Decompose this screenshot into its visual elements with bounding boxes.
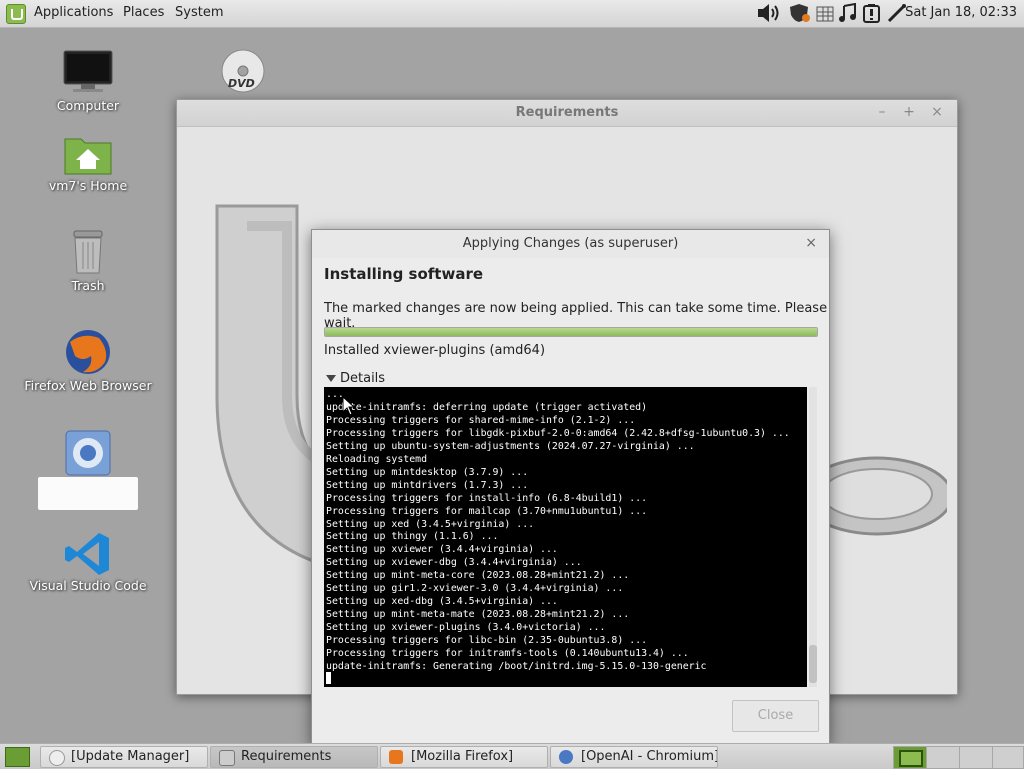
terminal-line: Setting up xviewer-dbg (3.4.4+virginia) … (326, 557, 582, 569)
home-folder-icon (64, 138, 112, 175)
requirements-titlebar[interactable]: Requirements – + × (177, 100, 957, 127)
vscode-icon (65, 533, 109, 575)
show-desktop-icon[interactable] (5, 747, 30, 767)
terminal-line: Processing triggers for libc-bin (2.35-0… (326, 635, 648, 647)
update-shield-icon[interactable] (789, 3, 813, 23)
terminal-line: Setting up xviewer (3.4.4+virginia) ... (326, 544, 558, 556)
terminal-scrollbar[interactable] (809, 387, 817, 687)
progress-bar (324, 327, 818, 337)
top-panel: Applications Places System Sat Jan 18, 0… (0, 0, 1024, 28)
terminal-line: Setting up mintdesktop (3.7.9) ... (326, 466, 529, 478)
terminal-line: Setting up mint-meta-core (2023.08.28+mi… (326, 570, 630, 582)
terminal-line: Setting up xed (3.4.5+virginia) ... (326, 518, 535, 530)
terminal-line: Processing triggers for shared-mime-info… (326, 414, 636, 426)
progress-fill (325, 328, 817, 336)
terminal-line: Setting up xed-dbg (3.4.5+virginia) ... (326, 596, 558, 608)
details-label: Details (340, 371, 386, 386)
close-button[interactable]: Close (732, 700, 819, 732)
task-label: [Update Manager] (71, 749, 190, 764)
terminal-line: ... (326, 389, 344, 400)
svg-text:DVD: DVD (228, 77, 255, 90)
dvd-icon: DVD (221, 49, 265, 93)
close-window-button[interactable]: × (929, 104, 945, 120)
task-chromium[interactable]: [OpenAI - Chromium] (550, 746, 718, 768)
terminal-line: update-initramfs: deferring update (trig… (326, 401, 648, 413)
update-manager-icon (49, 750, 65, 766)
menu-places[interactable]: Places (123, 5, 164, 20)
task-update-manager[interactable]: [Update Manager] (40, 746, 208, 768)
terminal-line: Setting up ubuntu-system-adjustments (20… (326, 440, 695, 452)
firefox-icon (389, 750, 403, 764)
terminal-line: update-initramfs: Generating /boot/initr… (326, 661, 707, 673)
terminal-line: Processing triggers for mailcap (3.70+nm… (326, 505, 648, 517)
desktop-icon-label: Computer (56, 98, 120, 113)
applying-changes-dialog: Applying Changes (as superuser) × Instal… (311, 229, 830, 745)
terminal-line: Reloading systemd (326, 453, 428, 465)
desktop-icon-trash[interactable]: Trash (33, 228, 143, 293)
terminal-line: Setting up mintdrivers (1.7.3) ... (326, 479, 529, 491)
dialog-close-icon[interactable]: × (805, 235, 817, 251)
bottom-panel: [Update Manager] Requirements [Mozilla F… (0, 743, 1024, 769)
desktop-icon-dvd[interactable]: DVD 64-bit (188, 48, 298, 129)
terminal-line: Processing triggers for initramfs-tools … (326, 648, 689, 660)
chromium-icon (65, 430, 111, 476)
task-requirements[interactable]: Requirements (210, 746, 378, 768)
firefox-icon (66, 330, 110, 374)
desktop-icon-computer[interactable]: Computer (33, 48, 143, 113)
mint-menu-icon[interactable] (6, 4, 26, 24)
menu-system[interactable]: System (175, 5, 223, 20)
minimize-button[interactable]: – (874, 104, 890, 120)
shield-icon (219, 750, 235, 766)
task-label: [Mozilla Firefox] (411, 749, 514, 764)
task-firefox[interactable]: [Mozilla Firefox] (380, 746, 548, 768)
terminal-line: Setting up xviewer-plugins (3.4.0+victor… (326, 622, 606, 634)
scrollbar-thumb[interactable] (809, 645, 817, 683)
maximize-button[interactable]: + (901, 104, 917, 120)
terminal-line: Setting up thingy (1.1.6) ... (326, 531, 499, 543)
rename-field[interactable] (38, 477, 138, 510)
window-title: Requirements (515, 105, 619, 120)
network-icon[interactable] (815, 3, 835, 23)
desktop-icon-firefox[interactable]: Firefox Web Browser (24, 328, 152, 393)
terminal-cursor (326, 672, 331, 684)
trash-icon (73, 230, 103, 274)
dialog-title: Applying Changes (as superuser) (462, 236, 679, 251)
menu-applications[interactable]: Applications (34, 5, 113, 20)
terminal-line: Setting up mint-meta-mate (2023.08.28+mi… (326, 609, 630, 621)
clock[interactable]: Sat Jan 18, 02:33 (905, 5, 1017, 20)
mouse-pointer-icon (342, 396, 356, 416)
terminal-line: Processing triggers for install-info (6.… (326, 492, 648, 504)
notification-icon[interactable] (861, 3, 883, 23)
desktop-icon-label: Firefox Web Browser (24, 378, 152, 393)
desktop-icon-vscode[interactable]: Visual Studio Code (29, 530, 147, 593)
terminal-lines: ... update-initramfs: deferring update (t… (326, 389, 790, 674)
music-icon[interactable] (838, 3, 858, 23)
desktop-icon-label: Visual Studio Code (29, 578, 147, 593)
details-expander[interactable]: Details (326, 371, 385, 386)
chromium-icon (559, 750, 573, 764)
terminal-line: Setting up gir1.2-xviewer-3.0 (3.4.4+vir… (326, 583, 624, 595)
task-label: [OpenAI - Chromium] (581, 749, 718, 764)
desktop-icon-label: Trash (71, 278, 105, 293)
progress-status: Installed xviewer-plugins (amd64) (324, 343, 546, 358)
desktop-icon-label: vm7's Home (48, 178, 128, 193)
desktop-icon-chromium[interactable] (33, 430, 143, 510)
desktop-icon-home[interactable]: vm7's Home (33, 133, 143, 193)
monitor-icon (63, 50, 113, 92)
dialog-titlebar[interactable]: Applying Changes (as superuser) × (312, 230, 829, 258)
expander-arrow-icon (326, 375, 336, 382)
workspace-4[interactable] (992, 746, 1024, 769)
dialog-heading: Installing software (324, 265, 484, 283)
workspace-1[interactable] (893, 746, 927, 769)
workspace-3[interactable] (959, 746, 993, 769)
volume-icon[interactable] (757, 3, 787, 23)
terminal-line: Processing triggers for libgdk-pixbuf-2.… (326, 427, 790, 439)
task-label: Requirements (241, 749, 332, 764)
terminal-output[interactable]: ... update-initramfs: deferring update (t… (324, 387, 807, 687)
workspace-2[interactable] (926, 746, 960, 769)
